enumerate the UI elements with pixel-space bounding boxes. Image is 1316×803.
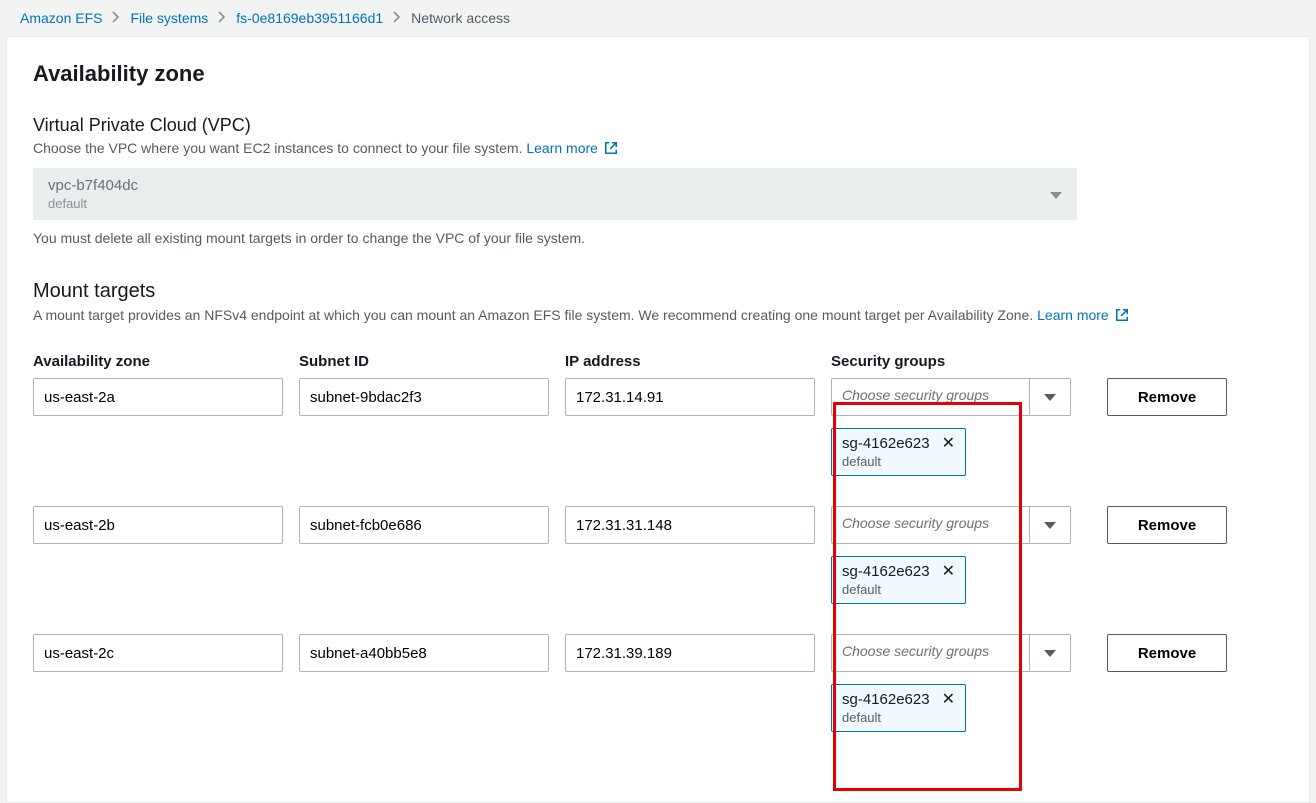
security-group-tag: sg-4162e623 default ✕	[831, 428, 966, 476]
breadcrumb-fsid[interactable]: fs-0e8169eb3951166d1	[236, 10, 383, 26]
remove-button[interactable]: Remove	[1107, 378, 1227, 416]
vpc-desc: Choose the VPC where you want EC2 instan…	[33, 140, 1283, 158]
vpc-select: vpc-b7f404dc default	[33, 168, 1077, 220]
mount-learn-link[interactable]: Learn more	[1037, 307, 1128, 323]
remove-tag-icon[interactable]: ✕	[940, 691, 957, 709]
vpc-selected-name: default	[48, 196, 1036, 211]
security-group-input[interactable]: Choose security groups	[831, 506, 1029, 544]
vpc-selected-id: vpc-b7f404dc	[48, 177, 1036, 194]
security-group-name: default	[842, 710, 930, 725]
mount-targets-grid: Availability zone Subnet ID IP address S…	[33, 353, 1283, 762]
remove-tag-icon[interactable]: ✕	[940, 435, 957, 453]
security-group-tag: sg-4162e623 default ✕	[831, 684, 966, 732]
col-header-subnet: Subnet ID	[299, 353, 549, 378]
security-group-name: default	[842, 454, 930, 469]
chevron-right-icon	[393, 10, 401, 26]
breadcrumb-current: Network access	[411, 10, 510, 26]
security-group-name: default	[842, 582, 930, 597]
ip-input[interactable]	[565, 506, 815, 544]
security-group-id: sg-4162e623	[842, 435, 930, 452]
security-group-input[interactable]: Choose security groups	[831, 378, 1029, 416]
remove-button[interactable]: Remove	[1107, 634, 1227, 672]
col-header-az: Availability zone	[33, 353, 283, 378]
security-group-combobox[interactable]: Choose security groups	[831, 378, 1071, 416]
mount-targets-title: Mount targets	[33, 280, 1283, 303]
caret-down-icon	[1050, 186, 1062, 202]
external-link-icon	[604, 141, 618, 158]
az-select[interactable]	[33, 506, 283, 544]
vpc-label: Virtual Private Cloud (VPC)	[33, 115, 1283, 136]
caret-down-icon	[1044, 650, 1056, 657]
ip-input[interactable]	[565, 634, 815, 672]
breadcrumb: Amazon EFS File systems fs-0e8169eb39511…	[0, 0, 1316, 36]
security-group-id: sg-4162e623	[842, 563, 930, 580]
vpc-hint: You must delete all existing mount targe…	[33, 230, 1283, 246]
mount-desc-text: A mount target provides an NFSv4 endpoin…	[33, 307, 1037, 323]
security-group-combobox[interactable]: Choose security groups	[831, 506, 1071, 544]
subnet-select[interactable]	[299, 634, 549, 672]
breadcrumb-filesystems[interactable]: File systems	[130, 10, 208, 26]
security-group-id: sg-4162e623	[842, 691, 930, 708]
vpc-learn-link[interactable]: Learn more	[526, 140, 617, 156]
chevron-right-icon	[112, 10, 120, 26]
security-group-tag: sg-4162e623 default ✕	[831, 556, 966, 604]
caret-down-icon	[1044, 394, 1056, 401]
security-group-dropdown-button[interactable]	[1029, 378, 1071, 416]
vpc-desc-text: Choose the VPC where you want EC2 instan…	[33, 140, 526, 156]
security-group-combobox[interactable]: Choose security groups	[831, 634, 1071, 672]
security-group-dropdown-button[interactable]	[1029, 506, 1071, 544]
security-group-dropdown-button[interactable]	[1029, 634, 1071, 672]
mount-targets-desc: A mount target provides an NFSv4 endpoin…	[33, 307, 1283, 325]
main-panel: Availability zone Virtual Private Cloud …	[6, 36, 1310, 803]
external-link-icon	[1115, 308, 1129, 325]
ip-input[interactable]	[565, 378, 815, 416]
chevron-right-icon	[218, 10, 226, 26]
subnet-select[interactable]	[299, 506, 549, 544]
caret-down-icon	[1044, 522, 1056, 529]
az-select[interactable]	[33, 378, 283, 416]
page-title: Availability zone	[33, 61, 1283, 87]
remove-button[interactable]: Remove	[1107, 506, 1227, 544]
subnet-select[interactable]	[299, 378, 549, 416]
col-header-ip: IP address	[565, 353, 815, 378]
col-header-sg: Security groups	[831, 353, 1091, 378]
security-group-input[interactable]: Choose security groups	[831, 634, 1029, 672]
remove-tag-icon[interactable]: ✕	[940, 563, 957, 581]
breadcrumb-root[interactable]: Amazon EFS	[20, 10, 102, 26]
az-select[interactable]	[33, 634, 283, 672]
